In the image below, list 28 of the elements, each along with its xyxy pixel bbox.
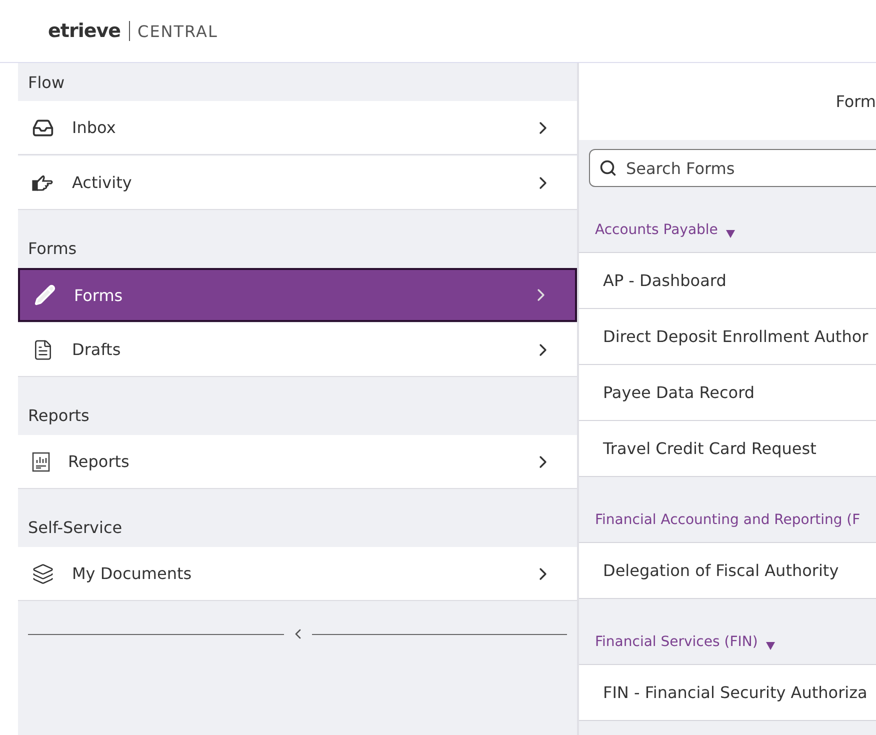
pencil-icon: [34, 284, 56, 306]
document-icon: [32, 338, 54, 360]
section-title: Flow: [27, 72, 66, 94]
caret-icon: [726, 230, 735, 238]
sidebar-item[interactable]: Reports: [18, 435, 577, 489]
form-row[interactable]: Delegation of Fiscal Authority: [579, 543, 876, 599]
brand-logo: etrieve: [48, 20, 121, 42]
caret-icon: [766, 642, 775, 650]
sidebar-item[interactable]: Drafts: [18, 323, 577, 377]
search-field[interactable]: Search Forms: [589, 149, 876, 187]
product-name: CENTRAL: [138, 22, 218, 40]
pointing-hand-icon: [32, 174, 54, 192]
stack-icon: [32, 562, 54, 584]
form-row[interactable]: Payee Data Record: [579, 365, 876, 421]
chart-icon: [32, 452, 50, 472]
sidebar-item[interactable]: Inbox: [18, 101, 577, 155]
section-title: Forms: [27, 238, 78, 260]
search-icon: [599, 159, 617, 177]
panel-title: Form: [836, 92, 876, 111]
section-title: Self-Service: [27, 517, 124, 539]
sidebar-item[interactable]: Activity: [18, 156, 577, 210]
section-title: Reports: [27, 405, 90, 427]
sidebar-item[interactable]: Forms: [18, 268, 577, 322]
sidebar-item[interactable]: My Documents: [18, 547, 577, 601]
form-row[interactable]: AP - Dashboard: [579, 253, 876, 309]
form-row[interactable]: Direct Deposit Enrollment Author: [579, 309, 876, 365]
form-row[interactable]: Travel Credit Card Request: [579, 421, 876, 477]
form-row[interactable]: FIN - Financial Security Authoriza: [579, 665, 876, 721]
